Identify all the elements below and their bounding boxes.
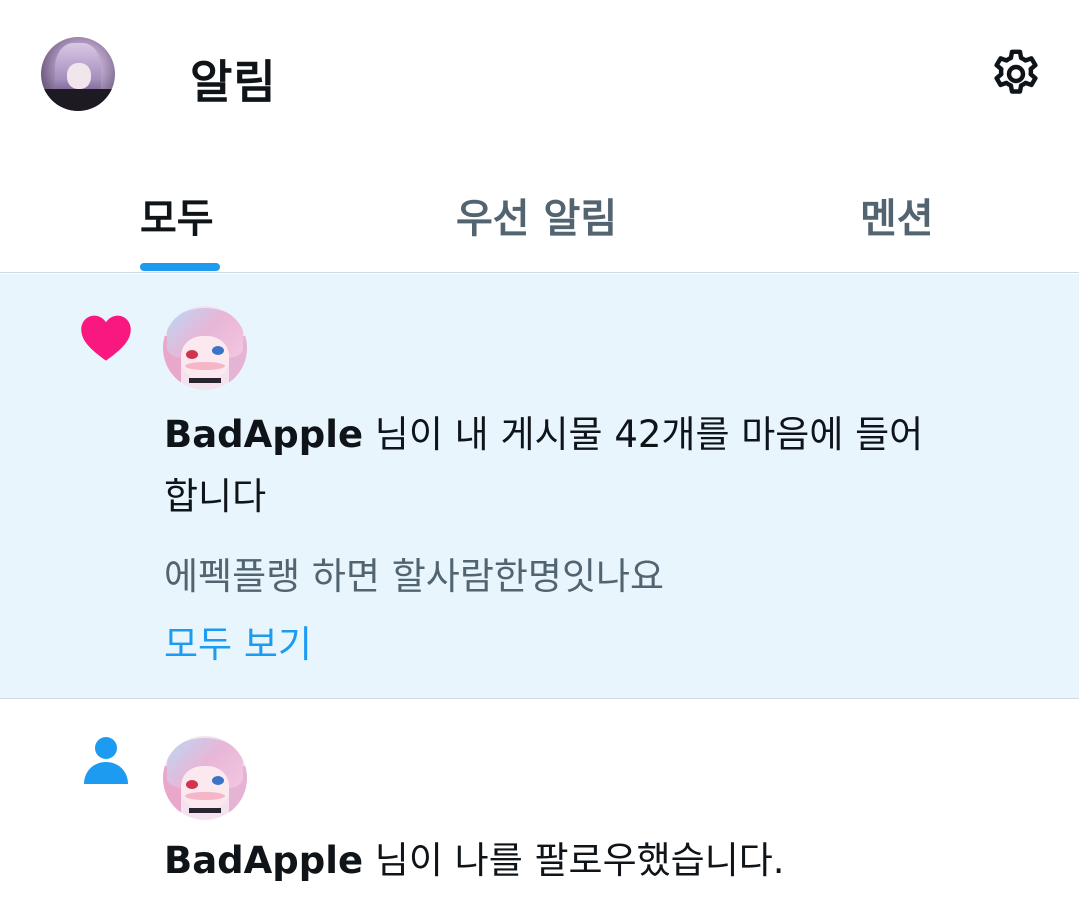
notification-item-like[interactable]: BadApple 님이 내 게시물 42개를 마음에 들어 합니다 에펙플랭 하…	[0, 274, 1079, 699]
tab-priority[interactable]: 우선 알림	[456, 186, 617, 244]
post-preview: 에펙플랭 하면 할사람한명잇나요	[164, 555, 665, 598]
notifications-page: 알림 모두 우선 알림 멘션 BadApple 님이 내 게시물 42개를 마음…	[0, 0, 1079, 906]
message-text: 님이 내 게시물 42개를 마음에 들어	[363, 413, 924, 456]
tab-mentions[interactable]: 멘션	[860, 186, 934, 244]
notification-message: BadApple 님이 내 게시물 42개를 마음에 들어 합니다	[164, 404, 923, 528]
settings-button[interactable]	[986, 44, 1046, 104]
page-title: 알림	[190, 55, 277, 109]
avatar-collar	[189, 378, 221, 383]
avatar-blush	[185, 362, 225, 370]
tab-bar: 모두 우선 알림 멘션	[0, 148, 1079, 273]
message-text: 님이 나를 팔로우했습니다.	[363, 839, 785, 882]
username[interactable]: BadApple	[164, 839, 363, 882]
notification-message: BadApple 님이 나를 팔로우했습니다.	[164, 830, 785, 892]
avatar-eye-right	[212, 776, 224, 785]
user-avatar[interactable]	[163, 736, 247, 820]
username[interactable]: BadApple	[164, 413, 363, 456]
tab-all[interactable]: 모두	[140, 186, 214, 244]
avatar-coat	[41, 89, 115, 111]
user-avatar[interactable]	[163, 306, 247, 390]
avatar-eye-left	[186, 780, 198, 789]
heart-icon	[81, 315, 131, 361]
profile-avatar[interactable]	[41, 37, 115, 111]
avatar-face	[67, 63, 91, 89]
avatar-eye-right	[212, 346, 224, 355]
gear-icon	[994, 49, 1038, 94]
show-all-link[interactable]: 모두 보기	[164, 614, 312, 668]
avatar-collar	[189, 808, 221, 813]
notification-item-follow[interactable]: BadApple 님이 나를 팔로우했습니다.	[0, 700, 1079, 906]
avatar-blush	[185, 792, 225, 800]
active-tab-indicator	[140, 263, 220, 271]
top-bar: 알림	[0, 0, 1079, 148]
person-icon	[84, 737, 128, 784]
message-text-cont: 합니다	[164, 475, 267, 518]
avatar-eye-left	[186, 350, 198, 359]
